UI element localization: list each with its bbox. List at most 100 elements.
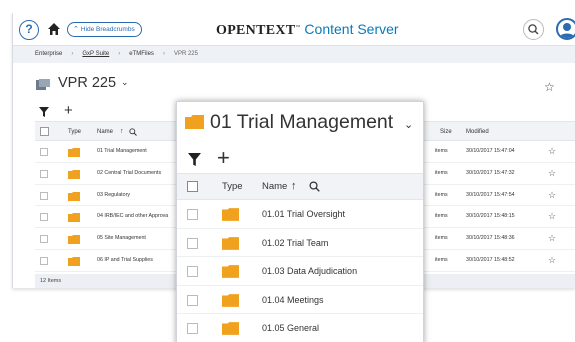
user-icon xyxy=(559,23,575,38)
add-icon[interactable]: + xyxy=(217,145,230,171)
breadcrumb-separator: › xyxy=(162,51,165,57)
column-header-name[interactable]: Name xyxy=(97,122,113,142)
row-name[interactable]: 03 Regulatory xyxy=(97,185,130,207)
column-header-name[interactable]: Name xyxy=(262,174,287,199)
zoomed-folder-panel: 01 Trial Management ⌄ + Type Name ↑ 01.0… xyxy=(176,101,424,342)
row-modified: 30/10/2017 15:48:36 xyxy=(466,235,515,242)
folder-icon xyxy=(68,169,80,179)
favorite-star-icon[interactable]: ☆ xyxy=(548,250,556,272)
row-name[interactable]: 05 Site Management xyxy=(97,228,146,250)
favorite-star-icon[interactable]: ☆ xyxy=(548,206,556,228)
row-size: items xyxy=(435,148,448,154)
avatar[interactable] xyxy=(556,18,575,40)
favorite-star-icon[interactable]: ☆ xyxy=(544,80,555,94)
row-name[interactable]: 06 IP and Trial Supplies xyxy=(97,250,153,272)
row-checkbox[interactable] xyxy=(40,148,48,156)
row-name[interactable]: 02 Central Trial Documents xyxy=(97,163,161,185)
sort-ascending-icon[interactable]: ↑ xyxy=(120,122,124,142)
row-name[interactable]: 01.03 Data Adjudication xyxy=(262,257,357,286)
page-title[interactable]: VPR 225 xyxy=(58,75,116,91)
chevron-up-icon: ⌃ xyxy=(73,26,79,33)
folder-icon xyxy=(68,256,80,266)
folder-icon xyxy=(68,148,80,157)
breadcrumb-item-etmfiles[interactable]: eTMFiles xyxy=(129,51,154,57)
row-name[interactable]: 01.04 Meetings xyxy=(262,286,324,315)
sort-ascending-icon[interactable]: ↑ xyxy=(291,174,297,199)
breadcrumb: Enterprise › GxP Suite › eTMFiles › VPR 225 xyxy=(13,46,575,63)
row-checkbox[interactable] xyxy=(187,237,198,249)
row-name[interactable]: 01.02 Trial Team xyxy=(262,229,328,258)
column-header-size[interactable]: Size xyxy=(440,122,452,142)
row-modified: 30/10/2017 15:47:54 xyxy=(466,191,515,198)
global-search-button[interactable] xyxy=(523,19,544,40)
folder-icon xyxy=(68,235,80,245)
folder-icon xyxy=(222,236,239,250)
list-item[interactable]: 01.01 Trial Oversight xyxy=(177,200,423,229)
page-header: VPR 225 ⌄ ☆ xyxy=(13,63,575,103)
zoom-title[interactable]: 01 Trial Management xyxy=(210,111,393,134)
row-name[interactable]: 04 IRB/IEC and other Approva xyxy=(97,206,168,228)
column-header-type: Type xyxy=(222,181,243,192)
help-button[interactable]: ? xyxy=(19,20,39,40)
folder-icon xyxy=(36,79,50,90)
row-size: items xyxy=(435,213,448,220)
search-icon[interactable] xyxy=(309,181,320,192)
breadcrumb-separator: › xyxy=(71,51,74,57)
filter-icon[interactable] xyxy=(188,153,201,166)
chevron-down-icon[interactable]: ⌄ xyxy=(121,77,129,88)
breadcrumb-item-current: VPR 225 xyxy=(173,51,198,57)
row-modified: 30/10/2017 15:47:32 xyxy=(466,169,515,176)
favorite-star-icon[interactable]: ☆ xyxy=(548,185,556,207)
folder-icon xyxy=(185,115,204,129)
hide-breadcrumbs-label: Hide Breadcrumbs xyxy=(80,26,135,33)
top-bar: ? ⌃ Hide Breadcrumbs OPENTEXT™ Content Ser… xyxy=(13,13,575,46)
hide-breadcrumbs-button[interactable]: ⌃ Hide Breadcrumbs xyxy=(67,22,142,37)
row-checkbox[interactable] xyxy=(187,266,198,277)
list-item[interactable]: 01.04 Meetings xyxy=(177,286,423,315)
home-icon[interactable] xyxy=(47,22,61,36)
row-checkbox[interactable] xyxy=(187,294,198,306)
row-checkbox[interactable] xyxy=(40,235,48,244)
brand-logo: OPENTEXT™ Content Server xyxy=(216,21,399,38)
add-icon[interactable]: + xyxy=(64,102,73,119)
select-all-checkbox[interactable] xyxy=(40,127,49,136)
zoom-header: 01 Trial Management ⌄ xyxy=(177,102,423,143)
row-modified: 30/10/2017 15:48:52 xyxy=(466,256,515,263)
list-item[interactable]: 01.02 Trial Team xyxy=(177,229,423,258)
row-size: items xyxy=(435,191,448,198)
row-checkbox[interactable] xyxy=(187,323,198,334)
folder-icon xyxy=(68,191,80,201)
row-checkbox[interactable] xyxy=(40,191,48,200)
folder-icon xyxy=(222,208,239,221)
row-checkbox[interactable] xyxy=(40,256,48,265)
breadcrumb-separator: › xyxy=(118,51,121,57)
filter-icon[interactable] xyxy=(39,107,49,117)
list-item[interactable]: 01.03 Data Adjudication xyxy=(177,257,423,286)
row-name[interactable]: 01.05 General xyxy=(262,314,319,342)
folder-icon xyxy=(222,265,239,278)
row-size: items xyxy=(435,169,448,176)
favorite-star-icon[interactable]: ☆ xyxy=(548,228,556,250)
folder-icon xyxy=(222,293,239,307)
column-header-modified[interactable]: Modified xyxy=(466,122,489,142)
zoom-table-body: 01.01 Trial Oversight 01.02 Trial Team 0… xyxy=(177,200,423,342)
favorite-star-icon[interactable]: ☆ xyxy=(548,163,556,185)
column-header-type: Type xyxy=(68,129,82,135)
row-name[interactable]: 01.01 Trial Oversight xyxy=(262,200,345,229)
row-checkbox[interactable] xyxy=(187,209,198,220)
select-all-checkbox[interactable] xyxy=(187,181,198,192)
row-modified: 30/10/2017 15:47:04 xyxy=(466,148,515,154)
breadcrumb-item-enterprise[interactable]: Enterprise xyxy=(35,51,62,57)
folder-icon xyxy=(222,322,239,335)
row-checkbox[interactable] xyxy=(40,213,48,222)
favorite-star-icon[interactable]: ☆ xyxy=(548,141,556,163)
row-size: items xyxy=(435,256,448,263)
breadcrumb-item-gxp-suite[interactable]: GxP Suite xyxy=(82,51,109,57)
row-name[interactable]: 01 Trial Management xyxy=(97,141,147,163)
zoom-table-header: Type Name ↑ xyxy=(177,173,423,200)
row-modified: 30/10/2017 15:48:15 xyxy=(466,213,515,220)
list-item[interactable]: 01.05 General xyxy=(177,314,423,342)
chevron-down-icon[interactable]: ⌄ xyxy=(404,118,413,131)
search-icon[interactable] xyxy=(129,128,137,136)
row-checkbox[interactable] xyxy=(40,169,48,178)
